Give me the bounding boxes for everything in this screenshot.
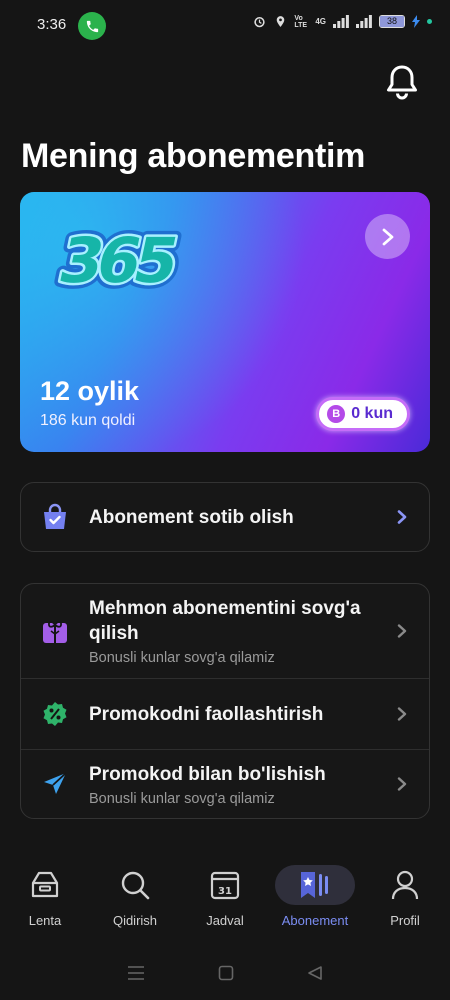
bottom-navigation: Lenta Qidirish 31 Jadval Abonement Profi… bbox=[0, 855, 450, 945]
volte-indicator: Vo LTE bbox=[294, 14, 308, 29]
battery-icon: 38 bbox=[379, 15, 405, 28]
nav-label: Lenta bbox=[28, 913, 62, 928]
status-time: 3:36 bbox=[37, 16, 67, 33]
menu-item-subtitle: Bonusli kunlar sovg'a qilamiz bbox=[89, 650, 275, 666]
nav-label: Abonement bbox=[281, 913, 349, 928]
discount-icon bbox=[41, 700, 69, 728]
nav-label: Profil bbox=[390, 913, 420, 928]
nav-item-qidirish[interactable]: Qidirish bbox=[90, 855, 180, 945]
nav-item-profil[interactable]: Profil bbox=[360, 855, 450, 945]
menu-item-subtitle: Bonusli kunlar sovg'a qilamiz bbox=[89, 790, 275, 807]
menu-icon[interactable] bbox=[127, 965, 145, 980]
buy-subscription-label: Abonement sotib olish bbox=[89, 506, 294, 528]
phone-call-icon[interactable] bbox=[78, 12, 106, 40]
activate-promocode-row[interactable]: Promokodni faollashtirish bbox=[21, 678, 429, 749]
nav-item-lenta[interactable]: Lenta bbox=[0, 855, 90, 945]
nav-item-abonement[interactable]: Abonement bbox=[270, 855, 360, 945]
chevron-right-icon bbox=[397, 624, 407, 638]
bonus-days-badge[interactable]: B 0 kun bbox=[316, 397, 410, 431]
gift-icon bbox=[41, 617, 69, 645]
promo-menu-card: Mehmon abonementini sovg'a qilish Bonusl… bbox=[20, 583, 430, 819]
plan-remaining-days: 186 kun qoldi bbox=[40, 412, 136, 429]
notifications-bell-icon[interactable] bbox=[385, 64, 419, 100]
alarm-icon bbox=[254, 16, 265, 28]
svg-text:31: 31 bbox=[218, 886, 232, 897]
location-icon bbox=[277, 16, 285, 27]
chevron-right-icon bbox=[397, 707, 407, 721]
profile-icon bbox=[387, 867, 423, 903]
shopping-bag-icon bbox=[41, 503, 69, 531]
gift-guest-subscription-row[interactable]: Mehmon abonementini sovg'a qilish Bonusl… bbox=[21, 584, 429, 678]
status-bar: 3:36 Vo LTE 4G 38 bbox=[0, 0, 450, 50]
menu-item-title: Promokodni faollashtirish bbox=[89, 703, 324, 725]
share-promocode-row[interactable]: Promokod bilan bo'lishish Bonusli kunlar… bbox=[21, 749, 429, 818]
feed-icon bbox=[27, 867, 63, 903]
bonus-icon: B bbox=[327, 405, 346, 423]
buy-subscription-row[interactable]: Abonement sotib olish bbox=[21, 483, 429, 551]
chevron-right-icon bbox=[382, 228, 393, 245]
plan-name: 12 oylik bbox=[40, 376, 140, 406]
menu-item-title: Mehmon abonementini sovg'a qilish bbox=[89, 598, 361, 644]
buy-subscription-card[interactable]: Abonement sotib olish bbox=[20, 482, 430, 552]
search-icon bbox=[117, 867, 153, 903]
notification-dot bbox=[427, 19, 432, 24]
back-icon[interactable] bbox=[307, 965, 323, 981]
page-title: Mening abonementim bbox=[21, 137, 366, 175]
bonus-days-value: 0 kun bbox=[351, 405, 393, 422]
logo-365: 365 365 365 bbox=[47, 219, 188, 296]
home-icon[interactable] bbox=[218, 965, 234, 981]
signal-icon-2 bbox=[356, 15, 372, 28]
chevron-right-icon bbox=[397, 777, 407, 791]
system-navigation-bar bbox=[0, 945, 450, 1000]
network-type: 4G bbox=[315, 17, 326, 26]
svg-text:365: 365 bbox=[53, 225, 182, 296]
card-open-button[interactable] bbox=[365, 214, 410, 259]
subscription-card[interactable]: 365 365 365 12 oylik 186 kun qoldi B 0 k… bbox=[20, 192, 430, 452]
signal-icon bbox=[333, 15, 349, 28]
nav-label: Qidirish bbox=[112, 913, 158, 928]
chevron-right-icon bbox=[397, 510, 407, 524]
menu-item-title: Promokod bilan bo'lishish bbox=[89, 763, 326, 785]
calendar-icon: 31 bbox=[207, 867, 243, 903]
charging-icon bbox=[412, 15, 420, 28]
status-icons: Vo LTE 4G 38 bbox=[252, 14, 432, 29]
send-icon bbox=[41, 770, 69, 798]
nav-item-jadval[interactable]: 31 Jadval bbox=[180, 855, 270, 945]
nav-label: Jadval bbox=[206, 913, 244, 928]
subscription-icon bbox=[275, 865, 355, 905]
